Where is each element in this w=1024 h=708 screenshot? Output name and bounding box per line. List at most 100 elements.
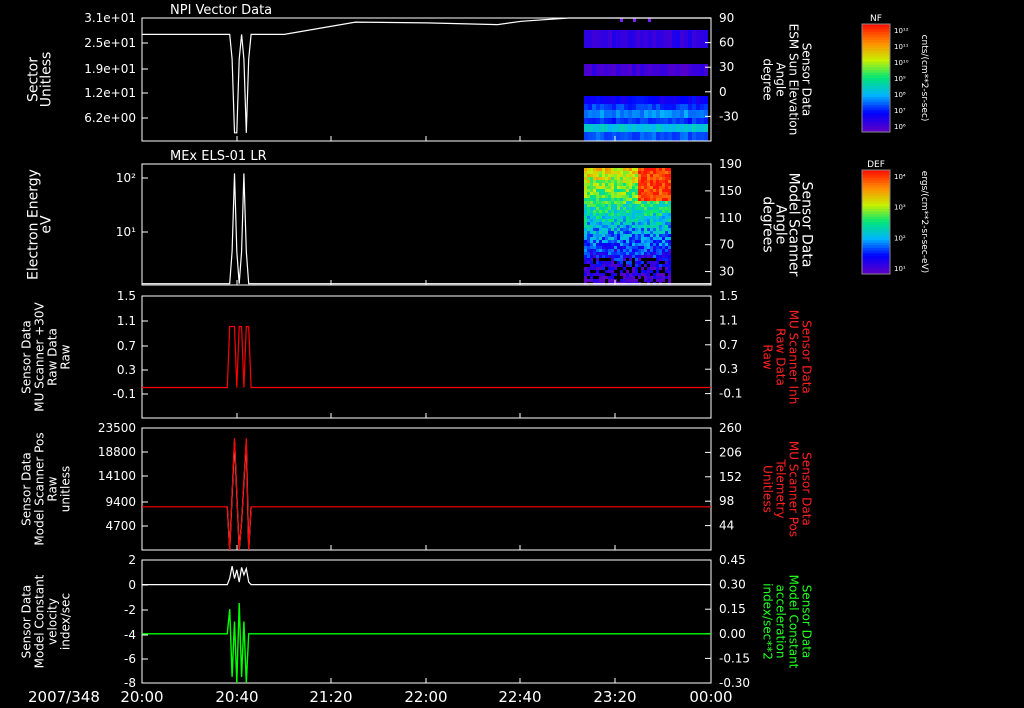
spectrogram-cell bbox=[611, 174, 614, 177]
spectrogram-cell bbox=[647, 171, 650, 174]
spectrogram-cell bbox=[617, 258, 620, 261]
colorbar-tick-label: 10⁹ bbox=[894, 75, 906, 83]
spectrogram-cell bbox=[611, 270, 614, 273]
spectrogram-cell bbox=[650, 189, 653, 192]
spectrogram-cell bbox=[602, 186, 605, 189]
left-axis-label-line: Model Constant bbox=[33, 574, 47, 668]
spectrogram-cell bbox=[676, 132, 680, 141]
spectrogram-cell bbox=[668, 240, 671, 243]
spectrogram-cell bbox=[599, 261, 602, 264]
spectrogram-cell bbox=[638, 258, 641, 261]
spectrogram-cell bbox=[656, 261, 659, 264]
spectrogram-cell bbox=[593, 168, 596, 171]
spectrogram-cell bbox=[635, 249, 638, 252]
spectrogram-cell bbox=[660, 132, 664, 141]
spectrogram-cell bbox=[647, 252, 650, 255]
left-tick-label: -4 bbox=[124, 628, 136, 642]
spectrogram-cell bbox=[593, 258, 596, 261]
spectrogram-cell bbox=[644, 225, 647, 228]
spectrogram-cell bbox=[608, 180, 611, 183]
colorbar-label: DEF bbox=[867, 160, 885, 170]
spectrogram-cell bbox=[635, 231, 638, 234]
spectrogram-cell bbox=[608, 124, 612, 132]
spectrogram-cell bbox=[623, 228, 626, 231]
spectrogram-cell bbox=[623, 249, 626, 252]
spectrogram-cell bbox=[584, 234, 587, 237]
spectrogram-cell bbox=[656, 252, 659, 255]
spectrogram-cell bbox=[620, 104, 624, 110]
spectrogram-cell bbox=[614, 258, 617, 261]
spectrogram-cell bbox=[605, 261, 608, 264]
spectrogram-cell bbox=[629, 213, 632, 216]
right-tick-label: 70 bbox=[719, 238, 734, 252]
spectrogram-cell bbox=[629, 201, 632, 204]
right-tick-label: -30 bbox=[719, 109, 739, 123]
spectrogram-cell bbox=[647, 261, 650, 264]
spectrogram-cell bbox=[638, 264, 641, 267]
spectrogram-cell bbox=[593, 276, 596, 279]
spectrogram-cell bbox=[662, 216, 665, 219]
spectrogram-cell bbox=[626, 195, 629, 198]
right-axis-label-line: ESM Sun Elevation bbox=[787, 24, 801, 136]
spectrogram-cell bbox=[640, 110, 644, 118]
spectrogram-cell bbox=[588, 124, 592, 132]
spectrogram-cell bbox=[638, 222, 641, 225]
spectrogram-cell bbox=[624, 96, 628, 104]
spectrogram-cell bbox=[590, 234, 593, 237]
spectrogram-cell bbox=[659, 186, 662, 189]
spectrogram-cell bbox=[614, 204, 617, 207]
spectrogram-cell bbox=[608, 216, 611, 219]
spectrogram-cell bbox=[653, 264, 656, 267]
spectrogram-cell bbox=[638, 270, 641, 273]
spectrogram-cell bbox=[617, 213, 620, 216]
spectrogram-cell bbox=[672, 64, 676, 76]
spectrogram-cell bbox=[632, 234, 635, 237]
spectrogram-cell bbox=[626, 186, 629, 189]
spectrogram-cell bbox=[635, 213, 638, 216]
spectrogram-cell bbox=[659, 225, 662, 228]
spectrogram-cell bbox=[616, 64, 620, 76]
spectrogram-cell bbox=[614, 249, 617, 252]
spectrogram-cell bbox=[704, 96, 708, 104]
spectrogram-cell bbox=[587, 225, 590, 228]
right-tick-label: 90 bbox=[719, 11, 734, 25]
spectrogram-cell bbox=[629, 258, 632, 261]
spectrogram-cell bbox=[652, 118, 656, 124]
spectrogram-cell bbox=[590, 171, 593, 174]
spectrogram-cell bbox=[641, 210, 644, 213]
spectrogram-cell bbox=[608, 207, 611, 210]
spectrogram-cell bbox=[611, 246, 614, 249]
colorbar-tick-label: 10¹² bbox=[894, 27, 909, 35]
right-tick-label: 98 bbox=[719, 494, 734, 508]
spectrogram-cell bbox=[611, 198, 614, 201]
spectrogram-cell bbox=[592, 64, 596, 76]
spectrogram-cell bbox=[668, 213, 671, 216]
spectrogram-cell bbox=[587, 222, 590, 225]
spectrogram-cell bbox=[624, 110, 628, 118]
spectrogram-cell bbox=[614, 273, 617, 276]
spectrogram-cell bbox=[611, 177, 614, 180]
spectrogram-cell bbox=[596, 240, 599, 243]
spectrogram-cell bbox=[665, 168, 668, 171]
spectrogram-cell bbox=[650, 201, 653, 204]
spectrogram-cell bbox=[626, 252, 629, 255]
spectrogram-cell bbox=[648, 104, 652, 110]
right-tick-label: 0.7 bbox=[719, 338, 738, 352]
spectrogram-cell bbox=[665, 252, 668, 255]
spectrogram-cell bbox=[644, 201, 647, 204]
spectrogram-cell bbox=[620, 219, 623, 222]
right-tick-label: 0.30 bbox=[719, 578, 746, 592]
spectrogram-cell bbox=[672, 124, 676, 132]
spectrogram-cell bbox=[676, 124, 680, 132]
spectrogram-cell bbox=[611, 207, 614, 210]
left-tick-label: 0 bbox=[128, 578, 136, 592]
spectrogram-cell bbox=[662, 276, 665, 279]
spectrogram-cell bbox=[665, 228, 668, 231]
right-tick-label: 150 bbox=[719, 184, 742, 198]
right-axis-label-line: Raw bbox=[761, 344, 775, 369]
spectrogram-cell bbox=[662, 267, 665, 270]
spectrogram-cell bbox=[626, 171, 629, 174]
spectrogram-cell bbox=[596, 30, 600, 48]
spectrogram-cell bbox=[635, 174, 638, 177]
spectrogram-cell bbox=[614, 267, 617, 270]
